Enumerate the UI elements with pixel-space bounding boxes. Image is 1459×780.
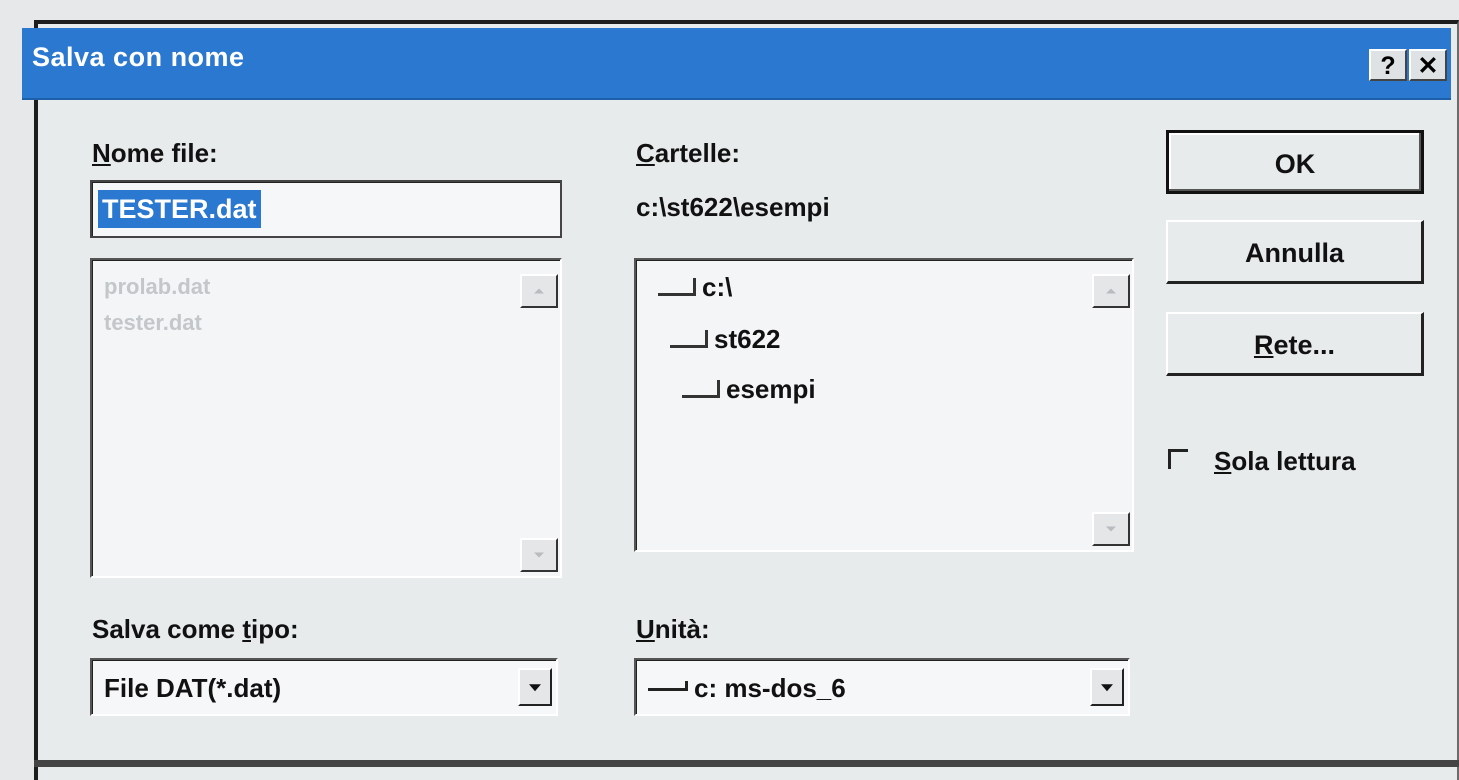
chevron-down-icon — [529, 684, 541, 692]
scroll-up-button[interactable] — [1092, 274, 1130, 308]
drive-icon — [648, 681, 688, 692]
list-item[interactable]: tester.dat — [104, 310, 202, 336]
filename-label: Nome file: — [92, 138, 218, 168]
save-type-label: Salva come tipo: — [92, 614, 299, 644]
save-type-select[interactable]: File DAT(*.dat) — [90, 658, 558, 716]
scroll-down-button[interactable] — [520, 538, 558, 572]
folder-list[interactable]: c:\ st622 esempi — [634, 258, 1134, 552]
dropdown-button[interactable] — [518, 668, 552, 706]
folder-item-st622[interactable]: st622 — [670, 324, 781, 355]
open-folder-icon — [670, 330, 708, 349]
drive-value: c: ms-dos_6 — [648, 673, 846, 704]
help-button[interactable]: ? — [1369, 49, 1407, 81]
chevron-up-icon — [1106, 288, 1116, 294]
folders-label: Cartelle: — [636, 138, 741, 168]
chevron-down-icon — [1101, 684, 1113, 692]
file-list[interactable]: prolab.dat tester.dat — [90, 258, 562, 578]
chevron-down-icon — [534, 552, 544, 558]
dropdown-button[interactable] — [1090, 668, 1124, 706]
current-path: c:\st622\esempi — [636, 192, 830, 222]
title-bar[interactable]: Salva con nome ? ✕ — [22, 28, 1451, 100]
scroll-down-button[interactable] — [1092, 512, 1130, 546]
drive-label: Unità: — [636, 614, 710, 644]
folder-item-root[interactable]: c:\ — [658, 272, 732, 303]
readonly-checkbox[interactable]: Sola lettura — [1168, 446, 1356, 477]
open-folder-icon — [658, 278, 696, 297]
dialog-title: Salva con nome — [32, 42, 245, 72]
dialog-bottom-border — [34, 760, 1459, 767]
filename-input[interactable]: TESTER.dat — [90, 180, 562, 238]
open-folder-icon — [682, 380, 720, 399]
checkbox-icon — [1168, 449, 1188, 470]
scroll-up-button[interactable] — [520, 274, 558, 308]
save-type-value: File DAT(*.dat) — [104, 673, 282, 703]
network-button[interactable]: Rete... — [1166, 312, 1424, 376]
filename-input-value: TESTER.dat — [98, 190, 261, 228]
folder-item-esempi[interactable]: esempi — [682, 374, 816, 405]
cancel-button[interactable]: Annulla — [1166, 220, 1424, 284]
chevron-up-icon — [534, 288, 544, 294]
close-button[interactable]: ✕ — [1409, 49, 1447, 81]
list-item[interactable]: prolab.dat — [104, 274, 210, 300]
drive-select[interactable]: c: ms-dos_6 — [634, 658, 1130, 716]
ok-button[interactable]: OK — [1166, 130, 1424, 194]
chevron-down-icon — [1106, 526, 1116, 532]
